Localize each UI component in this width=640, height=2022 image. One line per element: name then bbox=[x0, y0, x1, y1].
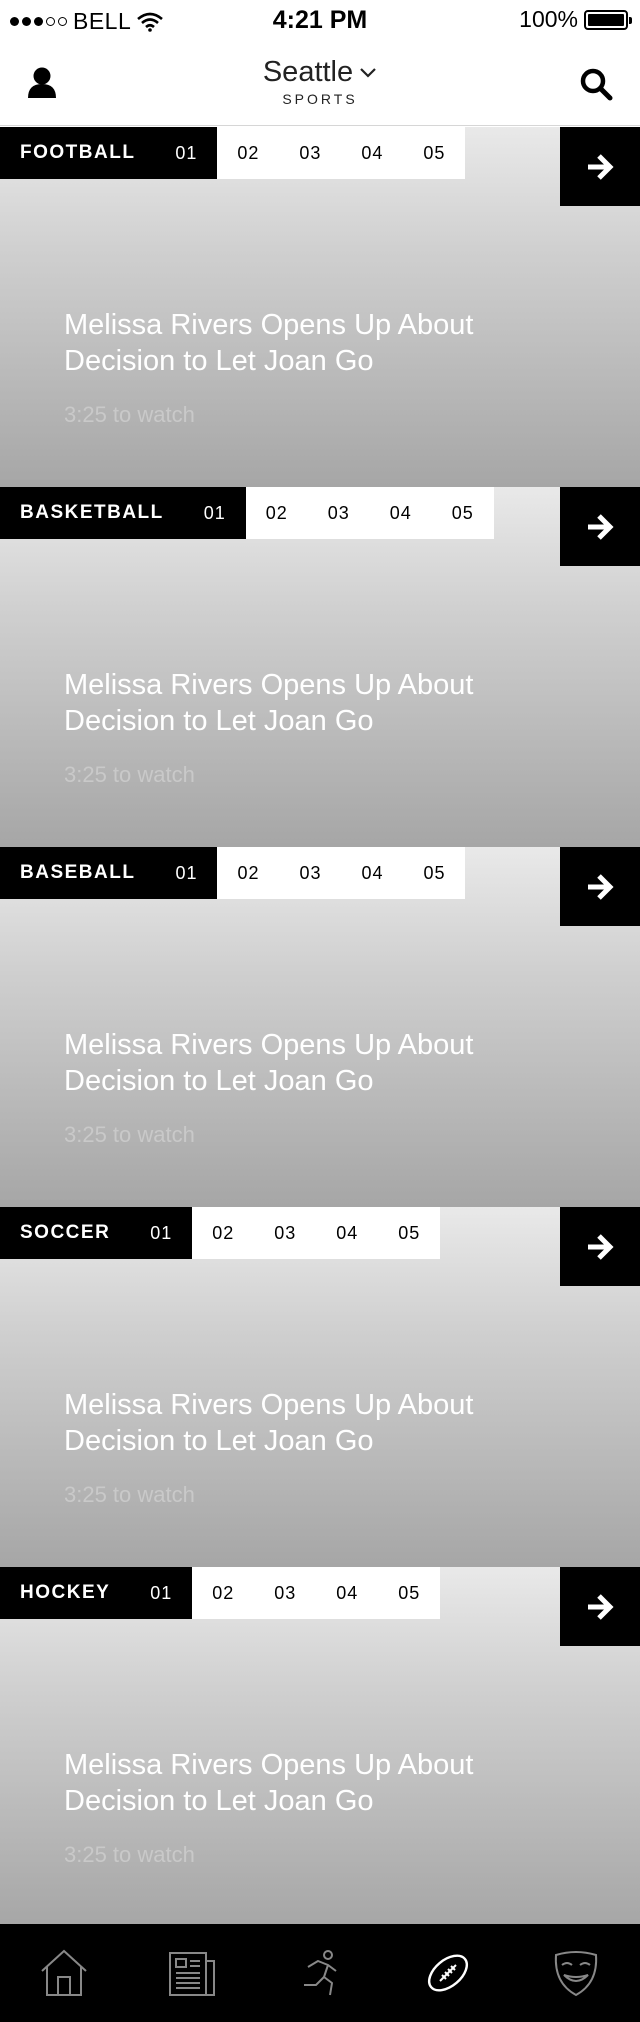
section-tabbar: HOCKEY 01 02 03 04 05 bbox=[0, 1567, 441, 1619]
search-icon bbox=[580, 68, 613, 101]
page-tab[interactable]: 03 bbox=[254, 1207, 317, 1259]
watch-duration: 3:25 to watch bbox=[64, 1482, 195, 1507]
section-tabbar: SOCCER 01 02 03 04 05 bbox=[0, 1207, 441, 1259]
sport-section-basketball: BASKETBALL 01 02 03 04 05 Melissa Rivers… bbox=[0, 487, 640, 847]
watch-duration: 3:25 to watch bbox=[64, 402, 195, 427]
chevron-down-icon bbox=[360, 67, 376, 78]
page-tab[interactable]: 02 bbox=[192, 1207, 255, 1259]
arrow-right-icon bbox=[588, 1233, 614, 1260]
page-tab[interactable]: 04 bbox=[341, 127, 404, 179]
news-icon bbox=[169, 1952, 215, 1996]
page-tab[interactable]: 03 bbox=[279, 127, 342, 179]
section-tabbar: FOOTBALL 01 02 03 04 05 bbox=[0, 127, 466, 179]
page-tab[interactable]: 02 bbox=[245, 487, 308, 539]
home-icon bbox=[41, 1949, 87, 1996]
page-tab[interactable]: 02 bbox=[192, 1567, 255, 1619]
page-tab[interactable]: 04 bbox=[341, 847, 404, 899]
page-tab[interactable]: 04 bbox=[316, 1567, 379, 1619]
page-tab[interactable]: 01 bbox=[155, 847, 218, 899]
page-tab[interactable]: 05 bbox=[378, 1567, 441, 1619]
section-tabbar: BASEBALL 01 02 03 04 05 bbox=[0, 847, 466, 899]
status-bar: BELL 4:21 PM 100% bbox=[0, 0, 640, 40]
battery-icon bbox=[584, 9, 632, 30]
sport-label: HOCKEY bbox=[0, 1567, 131, 1619]
arrow-right-icon bbox=[588, 153, 614, 180]
page-tab[interactable]: 03 bbox=[254, 1567, 317, 1619]
nav-news[interactable] bbox=[152, 1933, 232, 2013]
sport-section-soccer: SOCCER 01 02 03 04 05 Melissa Rivers Ope… bbox=[0, 1207, 640, 1567]
bottom-navigation bbox=[0, 1924, 640, 2022]
nav-lifestyle[interactable] bbox=[280, 1933, 360, 2013]
page-tab[interactable]: 05 bbox=[403, 847, 466, 899]
page-tab[interactable]: 04 bbox=[316, 1207, 379, 1259]
football-icon bbox=[427, 1954, 469, 1992]
sport-section-hockey: HOCKEY 01 02 03 04 05 Melissa Rivers Ope… bbox=[0, 1567, 640, 1927]
sport-sections: FOOTBALL 01 02 03 04 05 Melissa Rivers O… bbox=[0, 127, 640, 1927]
next-button[interactable] bbox=[560, 847, 640, 926]
page-tab[interactable]: 01 bbox=[183, 487, 246, 539]
arrow-right-icon bbox=[588, 873, 614, 900]
sport-label: BASEBALL bbox=[0, 847, 156, 899]
watch-duration: 3:25 to watch bbox=[64, 762, 195, 787]
page-tab[interactable]: 01 bbox=[155, 127, 218, 179]
city-name: Seattle bbox=[262, 56, 354, 88]
search-button[interactable] bbox=[578, 66, 616, 104]
nav-sports[interactable] bbox=[408, 1933, 488, 2013]
article-headline[interactable]: Melissa Rivers Opens Up About Decision t… bbox=[64, 1027, 524, 1099]
page-tab[interactable]: 01 bbox=[130, 1207, 193, 1259]
page-tab[interactable]: 04 bbox=[369, 487, 432, 539]
battery-percentage: 100% bbox=[519, 6, 578, 32]
sport-label: BASKETBALL bbox=[0, 487, 184, 539]
page-tab[interactable]: 01 bbox=[130, 1567, 193, 1619]
arrow-right-icon bbox=[588, 1593, 614, 1620]
next-button[interactable] bbox=[560, 1207, 640, 1286]
section-subtitle: SPORTS bbox=[282, 91, 358, 107]
article-headline[interactable]: Melissa Rivers Opens Up About Decision t… bbox=[64, 307, 524, 379]
sport-section-baseball: BASEBALL 01 02 03 04 05 Melissa Rivers O… bbox=[0, 847, 640, 1207]
sport-label: FOOTBALL bbox=[0, 127, 156, 179]
next-button[interactable] bbox=[560, 487, 640, 566]
status-right: 100% bbox=[519, 6, 632, 33]
app-header: Seattle SPORTS bbox=[0, 40, 640, 126]
article-headline[interactable]: Melissa Rivers Opens Up About Decision t… bbox=[64, 667, 524, 739]
page-tab[interactable]: 05 bbox=[403, 127, 466, 179]
running-icon bbox=[304, 1950, 337, 1996]
next-button[interactable] bbox=[560, 127, 640, 206]
watch-duration: 3:25 to watch bbox=[64, 1842, 195, 1867]
page-tab[interactable]: 03 bbox=[279, 847, 342, 899]
nav-home[interactable] bbox=[24, 1933, 104, 2013]
article-headline[interactable]: Melissa Rivers Opens Up About Decision t… bbox=[64, 1387, 524, 1459]
watch-duration: 3:25 to watch bbox=[64, 1122, 195, 1147]
next-button[interactable] bbox=[560, 1567, 640, 1646]
sport-label: SOCCER bbox=[0, 1207, 131, 1259]
arrow-right-icon bbox=[588, 513, 614, 540]
page-tab[interactable]: 05 bbox=[378, 1207, 441, 1259]
page-tab[interactable]: 05 bbox=[431, 487, 494, 539]
nav-entertainment[interactable] bbox=[536, 1933, 616, 2013]
sport-section-football: FOOTBALL 01 02 03 04 05 Melissa Rivers O… bbox=[0, 127, 640, 487]
location-selector: Seattle SPORTS bbox=[0, 56, 640, 107]
mask-icon bbox=[554, 1951, 598, 1997]
page-tab[interactable]: 03 bbox=[307, 487, 370, 539]
article-headline[interactable]: Melissa Rivers Opens Up About Decision t… bbox=[64, 1747, 524, 1819]
section-tabbar: BASKETBALL 01 02 03 04 05 bbox=[0, 487, 494, 539]
page-tab[interactable]: 02 bbox=[217, 847, 280, 899]
page-tab[interactable]: 02 bbox=[217, 127, 280, 179]
city-dropdown[interactable]: Seattle bbox=[263, 56, 377, 89]
